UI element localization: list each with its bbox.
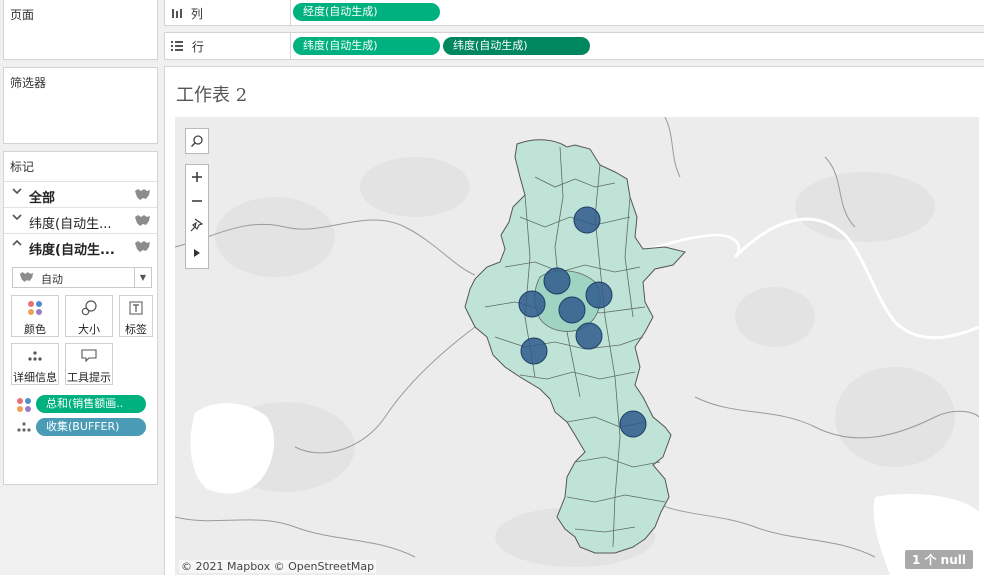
map-icon: [135, 189, 150, 200]
zoom-in-icon[interactable]: [186, 165, 208, 189]
zoom-out-icon[interactable]: [186, 189, 208, 213]
column-pill[interactable]: 经度(自动生成): [293, 3, 440, 21]
detail-field-pill[interactable]: 收集(BUFFER): [36, 418, 146, 436]
play-arrow-icon[interactable]: [186, 241, 208, 265]
data-circle[interactable]: [518, 290, 546, 318]
marks-layer-all[interactable]: 全部: [4, 181, 157, 207]
data-circle[interactable]: [558, 296, 586, 324]
marks-panel: 标记 全部 纬度(自动生... 纬度(自动生... 自动 ▼ 颜色 大小 标签 …: [3, 151, 158, 485]
detail-dots-icon: [12, 347, 58, 365]
tooltip-button[interactable]: 工具提示: [65, 343, 113, 385]
data-circle[interactable]: [520, 337, 548, 365]
chevron-down-icon: [12, 212, 22, 225]
data-circle[interactable]: [575, 322, 603, 350]
map-icon: [135, 241, 150, 252]
pin-icon[interactable]: [186, 213, 208, 237]
rows-shelf-label: 行: [171, 38, 204, 55]
color-dots-icon: [16, 397, 32, 413]
columns-icon: [172, 9, 182, 18]
columns-label-text: 列: [190, 7, 203, 21]
null-indicator[interactable]: 1 个 null: [904, 550, 973, 569]
shelf-divider: [290, 0, 291, 25]
detail-dots-icon: [16, 420, 32, 436]
marks-layer-label: 纬度(自动生...: [29, 217, 112, 232]
marks-layer-lat-2[interactable]: 纬度(自动生...: [4, 233, 157, 259]
color-button-label: 颜色: [24, 323, 46, 336]
row-pill-2[interactable]: 纬度(自动生成): [443, 37, 590, 55]
sheet-title: 工作表 2: [176, 85, 248, 106]
map-attribution[interactable]: © 2021 Mapbox © OpenStreetMap: [179, 560, 377, 573]
map-view[interactable]: © 2021 Mapbox © OpenStreetMap 1 个 null: [175, 117, 979, 575]
columns-shelf-label: 列: [171, 5, 203, 22]
chevron-down-icon: ▼: [134, 268, 151, 287]
row-pill-1[interactable]: 纬度(自动生成): [293, 37, 440, 55]
marks-layer-label: 纬度(自动生...: [29, 243, 115, 258]
map-search-button[interactable]: [185, 128, 209, 154]
row-pill-label: 纬度(自动生成): [303, 39, 378, 52]
pages-title: 页面: [10, 8, 35, 22]
size-icon: [66, 299, 112, 317]
map-icon: [135, 215, 150, 226]
detail-field-label: 收集(BUFFER): [46, 420, 120, 433]
columns-shelf[interactable]: 列 经度(自动生成): [164, 0, 984, 26]
text-label-icon: [120, 299, 152, 317]
size-button[interactable]: 大小: [65, 295, 113, 337]
color-field-label: 总和(销售额画..: [46, 397, 124, 410]
data-circle[interactable]: [585, 281, 613, 309]
pages-panel[interactable]: 页面: [3, 0, 158, 60]
filters-title: 筛选器: [10, 76, 47, 90]
rows-shelf[interactable]: 行 纬度(自动生成) 纬度(自动生成): [164, 32, 984, 60]
label-button-label: 标签: [125, 323, 147, 336]
marks-layer-lat-1[interactable]: 纬度(自动生...: [4, 207, 157, 233]
color-button[interactable]: 颜色: [11, 295, 59, 337]
shelf-divider: [290, 33, 291, 59]
filters-panel[interactable]: 筛选器: [3, 67, 158, 144]
row-pill-label: 纬度(自动生成): [453, 39, 528, 52]
worksheet-view: 工作表 2 © 2021 Mapbox © OpenStreetMap 1 个 …: [164, 66, 984, 575]
mark-type-label: 自动: [41, 273, 63, 286]
size-button-label: 大小: [78, 323, 100, 336]
data-circle[interactable]: [619, 410, 647, 438]
color-dots-icon: [12, 299, 58, 317]
marks-title: 标记: [10, 160, 35, 174]
data-circle[interactable]: [543, 267, 571, 295]
data-circle[interactable]: [573, 206, 601, 234]
detail-button[interactable]: 详细信息: [11, 343, 59, 385]
detail-button-label: 详细信息: [13, 371, 57, 384]
color-field-pill[interactable]: 总和(销售额画..: [36, 395, 146, 413]
rows-icon: [171, 41, 183, 51]
map-icon: [19, 272, 34, 282]
map-canvas[interactable]: [175, 117, 979, 575]
tooltip-button-label: 工具提示: [67, 371, 111, 384]
chevron-down-icon: [12, 186, 22, 199]
mark-type-dropdown[interactable]: 自动 ▼: [12, 267, 152, 288]
chevron-up-icon: [12, 238, 22, 251]
rows-label-text: 行: [191, 40, 204, 54]
column-pill-label: 经度(自动生成): [303, 5, 378, 18]
marks-layer-label: 全部: [29, 191, 56, 206]
search-icon: [186, 129, 208, 153]
label-button[interactable]: 标签: [119, 295, 153, 337]
tooltip-icon: [66, 347, 112, 365]
map-zoom-toolbar: [185, 164, 209, 269]
